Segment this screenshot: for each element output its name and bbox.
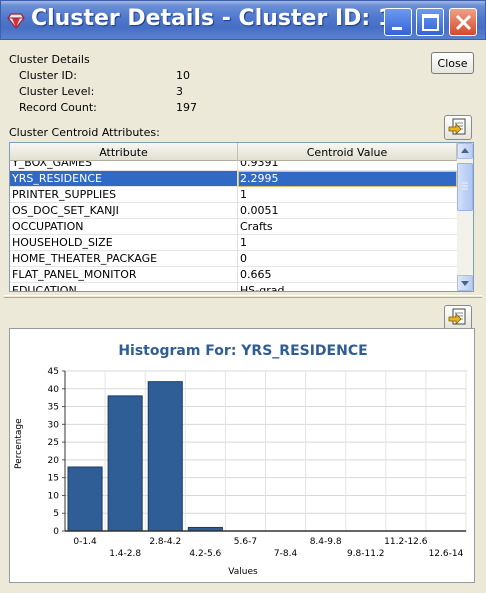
table-row-selected[interactable]: YRS_RESIDENCE 2.2995 [10,171,457,187]
cluster-id-value: 10 [176,69,190,82]
y-tick-label: 30 [48,420,60,430]
x-tick-label: 2.8-4.2 [149,537,181,547]
attribute-cell: OS_DOC_SET_KANJI [10,203,238,219]
window-title: Cluster Details - Cluster ID: 10 [31,6,409,31]
export-table-button[interactable] [444,115,472,140]
y-tick-label: 0 [53,527,59,537]
x-tick-label: 7-8.4 [274,549,298,559]
minimize-button[interactable] [384,8,412,36]
cluster-details-heading: Cluster Details [9,53,90,66]
y-tick-label: 40 [48,385,60,395]
attribute-cell: Y_BOX_GAMES [10,161,238,171]
attribute-cell: HOUSEHOLD_SIZE [10,235,238,251]
table-header: Attribute Centroid Value [10,143,457,161]
table-row[interactable]: PRINTER_SUPPLIES 1 [10,187,457,203]
value-cell: 2.2995 [238,171,457,187]
table-row[interactable]: OCCUPATION Crafts [10,219,457,235]
x-tick-label: 12.6-14 [429,549,464,559]
histogram-panel: Histogram For: YRS_RESIDENCE 0 5 10 15 20 25 3… [9,328,475,583]
value-cell: 0.0051 [240,204,279,217]
column-header-centroid-value[interactable]: Centroid Value [238,143,457,161]
app-icon [7,13,25,29]
value-cell: Crafts [240,220,273,233]
record-count-value: 197 [176,101,197,114]
cluster-level-label: Cluster Level: [19,85,95,98]
splitter[interactable] [4,295,482,298]
minimize-icon [392,27,402,30]
arrow-up-icon [461,148,469,153]
value-cell: 1 [240,188,247,201]
value-cell: HS-grad [240,284,285,292]
table-row[interactable]: HOUSEHOLD_SIZE 1 [10,235,457,251]
scroll-thumb[interactable] [457,163,473,211]
cluster-level-value: 3 [176,85,183,98]
value-cell: 0.9391 [240,161,279,169]
attribute-cell: YRS_RESIDENCE [10,171,238,187]
histogram-bar [67,466,103,532]
x-tick-label: 0-1.4 [73,537,97,547]
window-body: Cluster Details Cluster ID: 10 Cluster L… [4,40,482,589]
y-tick-label: 20 [48,456,60,466]
x-tick-label: 5.6-7 [234,537,257,547]
y-tick-label: 10 [48,491,60,501]
x-tick-label: 9.8-11.2 [347,549,385,559]
cluster-id-label: Cluster ID: [19,69,77,82]
attribute-cell: EDUCATION [10,283,238,291]
attribute-cell: FLAT_PANEL_MONITOR [10,267,238,283]
x-tick-label: 8.4-9.8 [310,537,342,547]
x-axis-label: Values [228,567,258,577]
table-row[interactable]: FLAT_PANEL_MONITOR 0.665 [10,267,457,283]
table-body: Y_BOX_GAMES 0.9391 YRS_RESIDENCE 2.2995 … [10,161,457,292]
export-icon [448,308,466,325]
x-tick-label: 1.4-2.8 [109,549,141,559]
attribute-cell: HOME_THEATER_PACKAGE [10,251,238,267]
maximize-icon [422,14,439,31]
histogram-chart: 0 5 10 15 20 25 30 35 40 45 0-1.4 1.4-2.8 2.8-4.2 4.2… [48,367,467,559]
value-cell: 0.665 [240,268,272,281]
value-cell: 0 [240,252,247,265]
title-bar[interactable]: Cluster Details - Cluster ID: 10 [0,0,486,40]
y-tick-label: 45 [48,367,59,377]
export-icon [448,118,466,135]
arrow-down-icon [461,281,469,286]
record-count-label: Record Count: [19,101,97,114]
table-row[interactable]: EDUCATION HS-grad [10,283,457,292]
y-tick-label: 5 [53,509,59,519]
x-tick-label: 11.2-12.6 [384,537,428,547]
value-cell: 1 [240,236,247,249]
close-button[interactable]: Close [431,52,474,74]
scroll-down-button[interactable] [457,275,473,291]
scroll-up-button[interactable] [457,143,473,159]
histogram-bar [107,395,143,532]
x-tick-label: 4.2-5.6 [189,549,221,559]
export-chart-button[interactable] [444,305,472,330]
close-window-button[interactable] [449,8,477,36]
table-row[interactable]: HOME_THEATER_PACKAGE 0 [10,251,457,267]
y-tick-label: 25 [48,438,59,448]
histogram-bar [147,381,183,532]
centroid-table[interactable]: Attribute Centroid Value Y_BOX_GAMES 0.9… [9,142,474,292]
maximize-button[interactable] [416,8,444,36]
y-tick-label: 15 [48,474,59,484]
y-tick-label: 35 [48,403,59,413]
table-row[interactable]: OS_DOC_SET_KANJI 0.0051 [10,203,457,219]
centroid-attributes-heading: Cluster Centroid Attributes: [9,126,160,139]
y-axis-label: Percentage [14,418,24,469]
table-scrollbar[interactable] [457,143,473,291]
attribute-cell: OCCUPATION [10,219,238,235]
column-header-attribute[interactable]: Attribute [10,143,238,161]
attribute-cell: PRINTER_SUPPLIES [10,187,238,203]
close-icon [455,14,472,31]
table-row[interactable]: Y_BOX_GAMES 0.9391 [10,161,457,171]
